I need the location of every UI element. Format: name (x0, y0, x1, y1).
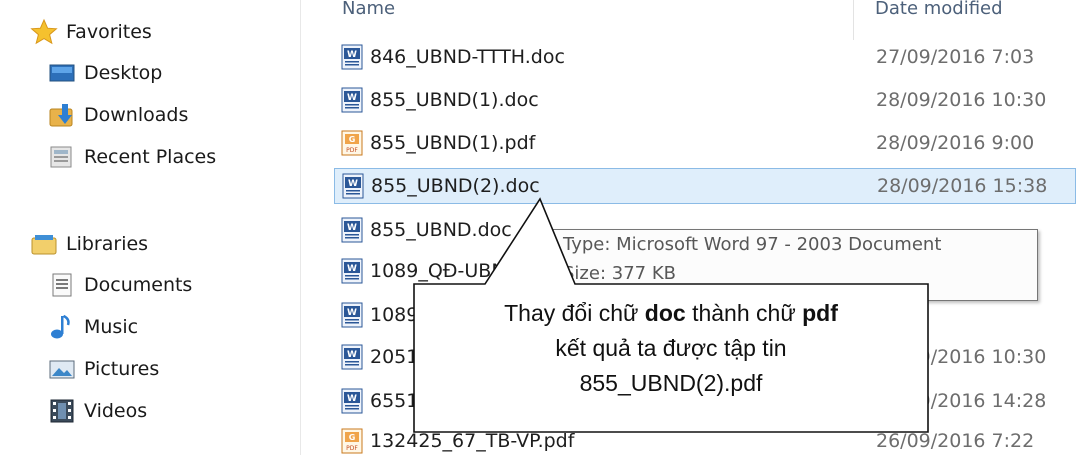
word-doc-icon: W (340, 258, 364, 284)
word-doc-icon: W (341, 173, 365, 199)
word-doc-icon: W (340, 388, 364, 414)
svg-text:W: W (347, 394, 357, 404)
pdf-file-icon: G PDF (340, 130, 364, 156)
word-doc-icon: W (340, 217, 364, 243)
nav-downloads[interactable]: Downloads (48, 100, 188, 130)
svg-text:PDF: PDF (346, 445, 358, 452)
file-date: 28/09/2016 9:00 (876, 132, 1035, 154)
column-separator[interactable] (853, 0, 854, 40)
callout-line-2: kết quả ta được tập tin (555, 335, 787, 361)
file-row[interactable]: W 855_UBND(1).doc 28/09/2016 10:30 (334, 83, 1076, 119)
pictures-icon (48, 355, 76, 383)
callout-line-1: Thay đổi chữ doc thành chữ pdf (504, 300, 838, 326)
svg-text:W: W (347, 50, 357, 60)
nav-videos[interactable]: Videos (48, 396, 147, 426)
nav-recent-places[interactable]: Recent Places (48, 142, 216, 172)
column-header-name[interactable]: Name (342, 0, 395, 40)
nav-label: Pictures (84, 358, 160, 380)
file-row[interactable]: W 846_UBND-TTTH.doc 27/09/2016 7:03 (334, 40, 1076, 76)
nav-pictures[interactable]: Pictures (48, 354, 159, 384)
downloads-icon (48, 101, 76, 129)
nav-label: Videos (84, 400, 148, 422)
nav-favorites[interactable]: Favorites (30, 17, 152, 47)
svg-text:G: G (349, 433, 356, 442)
nav-label: Favorites (66, 21, 152, 43)
file-name: 846_UBND-TTTH.doc (370, 46, 565, 68)
svg-text:W: W (347, 93, 357, 103)
word-doc-icon: W (340, 44, 364, 70)
file-name: 855_UBND(1).doc (370, 89, 539, 111)
nav-desktop[interactable]: Desktop (48, 58, 162, 88)
nav-documents[interactable]: Documents (48, 270, 192, 300)
svg-text:W: W (347, 308, 357, 318)
svg-text:PDF: PDF (346, 147, 358, 154)
file-row[interactable]: W 855_UBND(2).doc 28/09/2016 15:38 (334, 168, 1076, 204)
svg-text:W: W (347, 264, 357, 274)
nav-label: Libraries (66, 233, 149, 255)
column-header-date-label: Date modified (875, 0, 1003, 19)
file-name: 855_UBND(2).doc (371, 175, 540, 197)
file-date: 28/09/2016 10:30 (876, 89, 1047, 111)
videos-icon (48, 397, 76, 425)
column-header-date[interactable]: Date modified (875, 0, 1003, 40)
nav-label: Desktop (84, 62, 163, 84)
svg-text:G: G (349, 135, 356, 144)
callout-text: Thay đổi chữ doc thành chữ pdf kết quả t… (414, 284, 928, 434)
star-icon (30, 18, 58, 46)
nav-music[interactable]: Music (48, 312, 138, 342)
libraries-icon (30, 230, 58, 258)
word-doc-icon: W (340, 87, 364, 113)
word-doc-icon: W (340, 344, 364, 370)
callout-line-3: 855_UBND(2).pdf (579, 370, 763, 396)
column-header-name-label: Name (342, 0, 396, 19)
documents-icon (48, 271, 76, 299)
nav-label: Documents (84, 274, 193, 296)
word-doc-icon: W (340, 302, 364, 328)
pdf-file-icon: G PDF (340, 428, 364, 454)
tooltip-type: Type: Microsoft Word 97 - 2003 Document (563, 234, 942, 255)
file-date: 28/09/2016 15:38 (877, 175, 1048, 197)
file-date: 27/09/2016 7:03 (876, 46, 1035, 68)
navigation-pane: Favorites Desktop Downloads Recent Place… (0, 0, 290, 455)
file-name: 855_UBND.doc (370, 219, 512, 241)
tooltip-size: Size: 377 KB (563, 263, 676, 284)
file-name: 855_UBND(1).pdf (370, 132, 536, 154)
nav-label: Recent Places (84, 146, 217, 168)
svg-text:W: W (347, 223, 357, 233)
desktop-icon (48, 59, 76, 87)
file-row[interactable]: G PDF 855_UBND(1).pdf 28/09/2016 9:00 (334, 126, 1076, 162)
music-icon (48, 313, 76, 341)
svg-text:W: W (347, 350, 357, 360)
nav-label: Downloads (84, 104, 189, 126)
nav-label: Music (84, 316, 139, 338)
svg-text:W: W (348, 179, 358, 189)
nav-libraries[interactable]: Libraries (30, 229, 148, 259)
pane-splitter[interactable] (300, 0, 301, 455)
recent-places-icon (48, 143, 76, 171)
